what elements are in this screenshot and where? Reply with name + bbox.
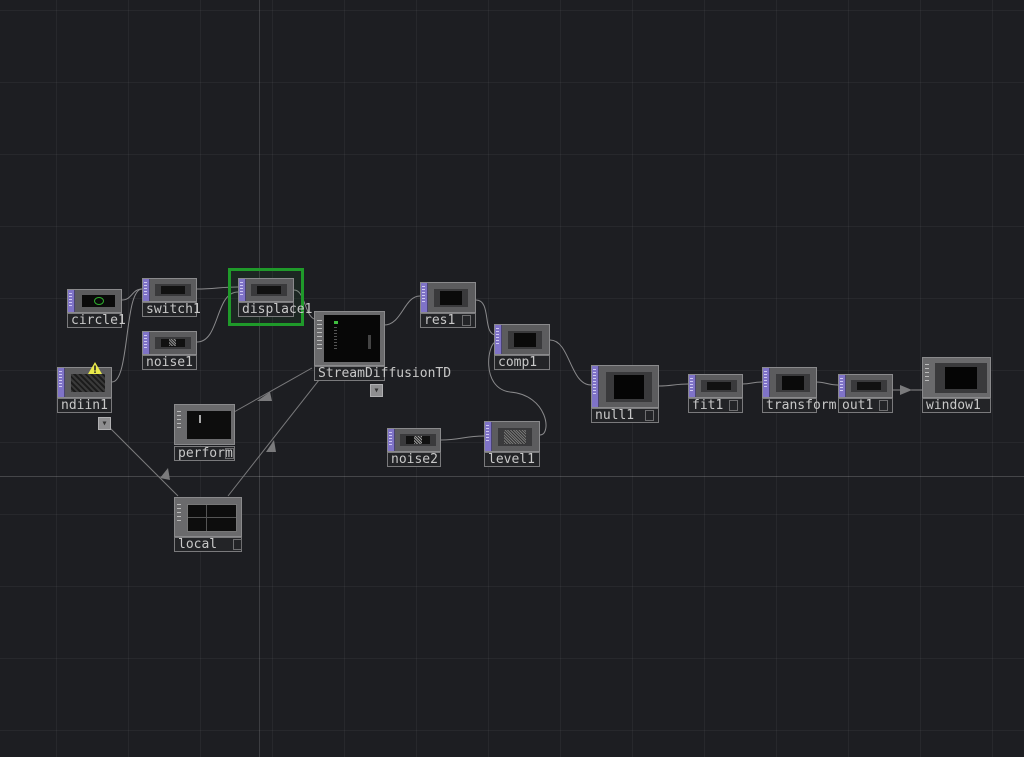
node-displace1[interactable]: displace1: [238, 278, 312, 317]
node-label: StreamDiffusionTD: [314, 366, 451, 381]
toggle-icon[interactable]: ▾: [98, 417, 111, 430]
node-label: switch1: [142, 302, 201, 317]
wire-transform-out1: [815, 381, 839, 386]
node-label: window1: [922, 398, 991, 413]
node-label: displace1: [238, 302, 312, 317]
wire-null1-fit1: [658, 383, 689, 387]
node-null1[interactable]: null1: [591, 365, 659, 423]
wire-fit1-transform: [741, 381, 763, 385]
node-circle1[interactable]: circle1: [67, 289, 126, 328]
arrowhead-window: [900, 385, 912, 395]
toggle-icon[interactable]: ▾: [370, 384, 383, 397]
wire-stream-res1: [383, 295, 421, 326]
node-label: circle1: [67, 313, 126, 328]
node-local[interactable]: local: [174, 497, 242, 552]
node-label: local: [174, 537, 242, 552]
node-label: noise1: [142, 355, 197, 370]
warning-icon[interactable]: [88, 362, 102, 374]
node-transform[interactable]: transform: [762, 367, 836, 413]
node-fit1[interactable]: fit1: [688, 374, 743, 413]
wire-comp1-null1: [549, 339, 592, 386]
node-streamdiffusion[interactable]: StreamDiffusionTD: [314, 311, 451, 381]
node-perform[interactable]: perform: [174, 404, 235, 461]
node-label: comp1: [494, 355, 550, 370]
node-label: level1: [484, 452, 540, 467]
node-label: transform: [762, 398, 836, 413]
node-label: null1: [591, 408, 659, 423]
node-comp1[interactable]: comp1: [494, 324, 550, 370]
node-switch1[interactable]: switch1: [142, 278, 201, 317]
node-out1[interactable]: out1: [838, 374, 893, 413]
node-ndiin1[interactable]: ndiin1: [57, 367, 112, 413]
node-label: noise2: [387, 452, 441, 467]
node-label: fit1: [688, 398, 743, 413]
arrowhead-stream-b: [257, 392, 272, 401]
link-perform-stream: [233, 367, 313, 413]
wire-noise2-level1: [440, 435, 485, 441]
wire-res1-comp1: [475, 299, 497, 336]
node-window1[interactable]: window1: [922, 357, 991, 413]
link-local-stream: [227, 365, 331, 497]
wire-circle1-switch1: [121, 288, 143, 301]
node-noise1[interactable]: noise1: [142, 331, 197, 370]
node-label: ndiin1: [57, 398, 112, 413]
arrowhead-local: [160, 468, 170, 480]
node-level1[interactable]: level1: [484, 421, 540, 467]
node-label: res1: [420, 313, 476, 328]
node-label: out1: [838, 398, 893, 413]
node-noise2[interactable]: noise2: [387, 428, 441, 467]
node-res1[interactable]: res1: [420, 282, 476, 328]
node-label: perform: [174, 446, 235, 461]
link-ndiin1-local: [105, 423, 179, 497]
